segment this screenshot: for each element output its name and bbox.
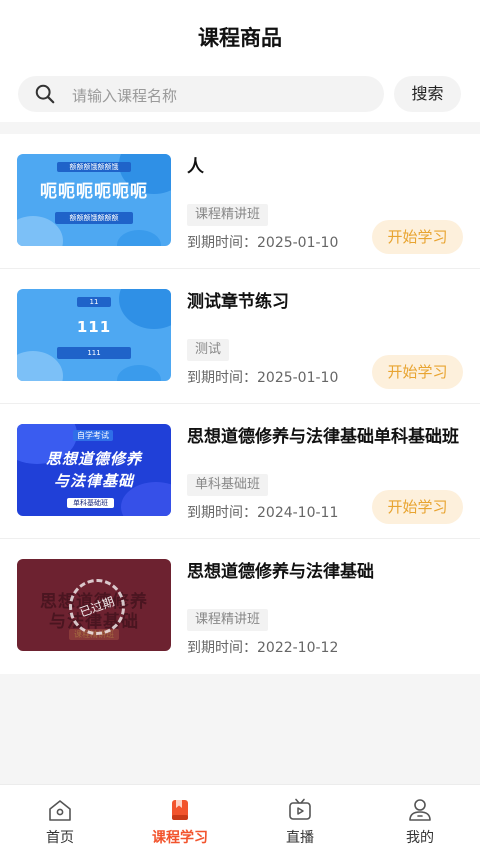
tab-home-label: 首页 — [46, 830, 74, 846]
course-card[interactable]: 思想道德修养 与法律基础 课程精讲班 已过期 思想道德修养与法律基础 课程精讲班… — [0, 539, 480, 674]
tab-home[interactable]: 首页 — [0, 785, 120, 853]
course-title[interactable]: 思想道德修养与法律基础 — [187, 561, 462, 584]
start-study-button[interactable]: 开始学习 — [372, 490, 463, 524]
course-tag: 单科基础班 — [187, 474, 269, 496]
thumb-bottom-text: 单科基础班 — [67, 498, 114, 508]
tab-mine-label: 我的 — [406, 830, 434, 846]
expire-time: 到期时间：2022-10-12 — [187, 640, 339, 656]
bottom-tab-bar: 首页 课程学习 直播 我的 — [0, 784, 480, 853]
thumb-bottom-text: 额额额饿额额额 — [55, 212, 133, 224]
tab-mine[interactable]: 我的 — [360, 785, 480, 853]
start-study-button[interactable]: 开始学习 — [372, 220, 463, 254]
book-icon — [172, 800, 188, 820]
page-title: 课程商品 — [198, 26, 282, 50]
user-icon — [409, 799, 431, 821]
thumb-title-line1: 思想道德修养 — [45, 450, 142, 468]
start-study-button[interactable]: 开始学习 — [372, 355, 463, 389]
course-tag: 测试 — [187, 339, 230, 361]
course-title[interactable]: 测试章节练习 — [187, 291, 462, 314]
thumb-top-text: 11 — [77, 297, 111, 307]
expire-time: 到期时间：2024-10-11 — [187, 505, 339, 521]
course-tag: 课程精讲班 — [187, 609, 269, 631]
course-title[interactable]: 思想道德修养与法律基础单科基础班 — [187, 426, 462, 449]
thumb-title-line2: 与法律基础 — [53, 472, 134, 490]
tv-icon — [289, 798, 311, 820]
course-title[interactable]: 人 — [187, 156, 462, 179]
course-list: 额额额饿额额饿 呃呃呃呃呃呃 额额额饿额额额 人 课程精讲班 到期时间：2025… — [0, 134, 480, 674]
search-button[interactable]: 搜索 — [394, 76, 461, 112]
tab-course-study-label: 课程学习 — [152, 830, 208, 846]
course-thumbnail[interactable]: 思想道德修养 与法律基础 课程精讲班 已过期 — [17, 559, 171, 651]
search-placeholder: 请输入课程名称 — [72, 87, 178, 105]
thumb-top-text: 额额额饿额额饿 — [57, 162, 131, 172]
expire-time: 到期时间：2025-01-10 — [187, 370, 339, 386]
course-card[interactable]: 11 111 111 测试章节练习 测试 到期时间：2025-01-10 开始学… — [0, 269, 480, 404]
home-icon — [49, 800, 71, 821]
top-bar: 课程商品 请输入课程名称 搜索 — [0, 0, 480, 122]
thumb-bottom-text: 111 — [57, 347, 131, 359]
tab-course-study[interactable]: 课程学习 — [120, 785, 240, 853]
course-tag: 课程精讲班 — [187, 204, 269, 226]
course-thumbnail[interactable]: 额额额饿额额饿 呃呃呃呃呃呃 额额额饿额额额 — [17, 154, 171, 246]
thumb-top-text: 自学考试 — [73, 430, 113, 441]
course-thumbnail[interactable]: 自学考试 思想道德修养 与法律基础 单科基础班 — [17, 424, 171, 516]
course-card[interactable]: 自学考试 思想道德修养 与法律基础 单科基础班 思想道德修养与法律基础单科基础班… — [0, 404, 480, 539]
thumb-title: 111 — [76, 318, 112, 336]
course-card[interactable]: 额额额饿额额饿 呃呃呃呃呃呃 额额额饿额额额 人 课程精讲班 到期时间：2025… — [0, 134, 480, 269]
search-icon — [35, 84, 55, 104]
thumb-title: 呃呃呃呃呃呃 — [40, 182, 148, 202]
tab-live-label: 直播 — [286, 830, 314, 846]
search-input[interactable]: 请输入课程名称 — [18, 76, 384, 112]
tab-live[interactable]: 直播 — [240, 785, 360, 853]
expire-time: 到期时间：2025-01-10 — [187, 235, 339, 251]
course-thumbnail[interactable]: 11 111 111 — [17, 289, 171, 381]
